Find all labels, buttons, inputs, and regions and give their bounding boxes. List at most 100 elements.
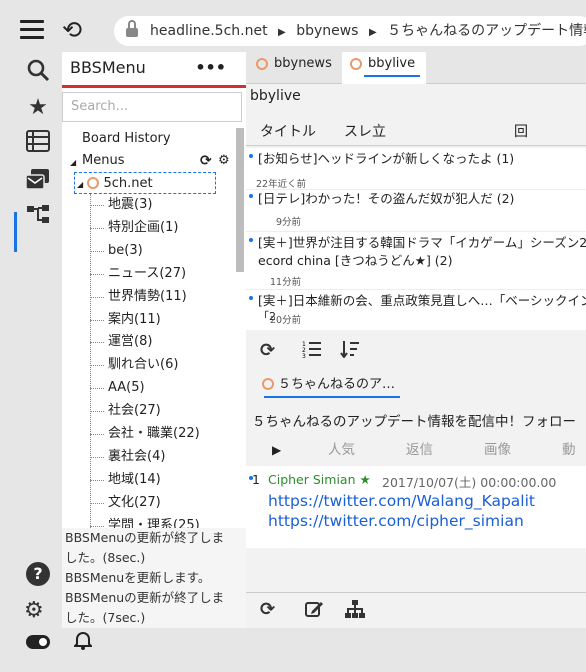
thread-title: [実＋]世界が注目する韓国ドラマ「イカゲーム」シーズン2、	[258, 235, 586, 250]
url-board[interactable]: bbynews	[296, 23, 358, 39]
5ch-favicon-icon	[262, 378, 274, 390]
app-window: ⟲ headline.5ch.net ▶ bbynews ▶ ５ちゃんねるのアッ…	[0, 0, 586, 672]
sitemap-icon[interactable]	[344, 599, 366, 624]
category-item[interactable]: 馴れ合い(6)	[108, 354, 178, 376]
thread-list-header: タイトル スレ立 回	[246, 118, 586, 146]
category-item[interactable]: 案内(11)	[108, 309, 161, 331]
star-icon[interactable]: ★	[24, 94, 52, 122]
search-icon[interactable]	[24, 58, 52, 86]
thread-row[interactable]: [実＋]日本維新の会、重点政策見直しへ…「ベーシックインカ 「2 20分前	[246, 292, 586, 330]
bell-icon[interactable]	[72, 630, 94, 655]
refresh-icon[interactable]: ⟳	[260, 340, 275, 361]
menus-item[interactable]: Menus	[82, 150, 124, 172]
active-indicator	[14, 212, 17, 252]
category-item[interactable]: 裏社会(4)	[108, 446, 165, 468]
thread-row[interactable]: [お知らせ]ヘッドラインが新しくなったよ (1) 22年近く前	[246, 150, 586, 190]
lock-icon	[126, 20, 138, 37]
thread-title: ５ちゃんねるのアップデート情報を配信中！フォロー	[252, 414, 576, 430]
category-item[interactable]: 社会(27)	[108, 400, 161, 422]
post-link[interactable]: https://twitter.com/Walang_Kapalit	[268, 492, 535, 510]
expand-icon[interactable]: ◢	[70, 152, 76, 174]
bbsmenu-search-input[interactable]: Search...	[62, 92, 242, 122]
log-line: BBSMenuを更新します。	[65, 570, 211, 585]
bbsmenu-icon[interactable]	[24, 168, 52, 196]
board-history-item[interactable]: Board History	[82, 128, 171, 150]
root-node-5ch[interactable]: ◢ 5ch.net	[74, 172, 216, 194]
thread-title-cont: ecord china [きつねうどん★] (2)	[258, 253, 453, 268]
tab-bbylive[interactable]: bbylive	[342, 52, 426, 84]
5ch-favicon-icon	[87, 177, 100, 189]
url-host[interactable]: headline.5ch.net	[150, 23, 268, 39]
column-res[interactable]: スレ立	[344, 118, 386, 146]
thread-title: [お知らせ]ヘッドラインが新しくなったよ (1)	[258, 151, 515, 166]
5ch-favicon-icon	[256, 58, 268, 70]
expand-icon: ◢	[77, 180, 84, 189]
bbsmenu-scrollbar[interactable]	[236, 128, 244, 272]
new-dot-icon	[249, 296, 253, 300]
tree-connector	[90, 502, 104, 504]
sort-numbered-icon[interactable]: 123	[302, 340, 322, 363]
category-item[interactable]: 学問・理系(25)	[108, 515, 200, 528]
category-item[interactable]: 地域(14)	[108, 469, 161, 491]
tree-connector	[90, 319, 104, 321]
post-author[interactable]: Cipher Simian ★	[268, 472, 371, 487]
tree-connector	[90, 434, 104, 435]
menu-icon[interactable]	[20, 20, 44, 40]
thread-tab-label: ５ちゃんねるのア…	[278, 377, 396, 392]
list-icon[interactable]	[24, 130, 52, 158]
thread-tab-bar: ５ちゃんねるのア…	[246, 374, 586, 400]
thread-title: [日テレ]わかった！その盗んだ奴が犯人だ (2)	[258, 191, 515, 206]
active-tab-underline	[364, 75, 420, 77]
filter-replies[interactable]: 返信	[406, 436, 433, 464]
address-bar[interactable]: headline.5ch.net ▶ bbynews ▶ ５ちゃんねるのアップデ…	[114, 16, 586, 46]
top-bar: ⟲ headline.5ch.net ▶ bbynews ▶ ５ちゃんねるのアッ…	[0, 12, 586, 50]
column-title[interactable]: タイトル	[260, 118, 316, 146]
category-item[interactable]: 文化(27)	[108, 492, 161, 514]
theme-toggle[interactable]	[26, 635, 50, 649]
tree-connector	[90, 456, 104, 458]
category-item[interactable]: 会社・職業(22)	[108, 423, 200, 445]
category-item[interactable]: AA(5)	[108, 377, 145, 399]
status-bar	[0, 628, 586, 658]
tree-connector	[90, 525, 104, 527]
reload-icon[interactable]: ⟲	[62, 16, 82, 44]
category-item[interactable]: 特別企画(1)	[108, 217, 178, 239]
tree-connector	[90, 250, 104, 252]
url-thread[interactable]: ５ちゃんねるのアップデート情報を	[387, 23, 586, 39]
thread-title: [実＋]日本維新の会、重点政策見直しへ…「ベーシックインカ	[258, 293, 586, 308]
category-item[interactable]: 世界情勢(11)	[108, 286, 187, 308]
refresh-icon[interactable]: ⟳	[200, 150, 212, 172]
settings-icon[interactable]: ⚙	[218, 150, 230, 172]
column-count[interactable]: 回	[514, 118, 528, 146]
category-item[interactable]: be(3)	[108, 240, 143, 262]
more-options-button[interactable]: •••	[195, 58, 226, 77]
tab-label: bbynews	[274, 56, 332, 71]
bbsmenu-title: BBSMenu	[70, 58, 146, 77]
category-item[interactable]: 運営(8)	[108, 331, 152, 353]
thread-row[interactable]: [日テレ]わかった！その盗んだ奴が犯人だ (2) 9分前	[246, 190, 586, 232]
bbsmenu-header: BBSMenu •••	[62, 52, 246, 88]
new-dot-icon	[249, 154, 253, 158]
edit-icon[interactable]	[304, 599, 324, 624]
help-icon[interactable]: ?	[26, 562, 50, 586]
thread-row[interactable]: [実＋]世界が注目する韓国ドラマ「イカゲーム」シーズン2、 ecord chin…	[246, 234, 586, 290]
play-icon[interactable]: ▶	[272, 436, 281, 464]
tree-connector	[90, 205, 104, 206]
post-number[interactable]: 1	[252, 472, 260, 487]
category-item[interactable]: ニュース(27)	[108, 263, 186, 285]
filter-popular[interactable]: 人気	[328, 436, 355, 464]
sort-desc-icon[interactable]	[340, 340, 360, 363]
category-item[interactable]: 地震(3)	[108, 194, 152, 216]
tab-bbynews[interactable]: bbynews	[248, 52, 340, 84]
tree-icon[interactable]	[24, 204, 52, 232]
post-link[interactable]: https://twitter.com/cipher_simian	[268, 512, 524, 530]
tab-label: bbylive	[368, 56, 416, 71]
refresh-icon[interactable]: ⟳	[260, 599, 275, 620]
tree-connector	[90, 342, 104, 344]
log-line: した。(8sec.)	[65, 550, 146, 565]
settings-gear-icon[interactable]: ⚙	[24, 598, 44, 623]
filter-images[interactable]: 画像	[484, 436, 511, 464]
thread-list-toolbar: ⟳ 123	[246, 334, 586, 370]
tree-connector	[90, 194, 91, 528]
tree-connector	[90, 365, 104, 367]
